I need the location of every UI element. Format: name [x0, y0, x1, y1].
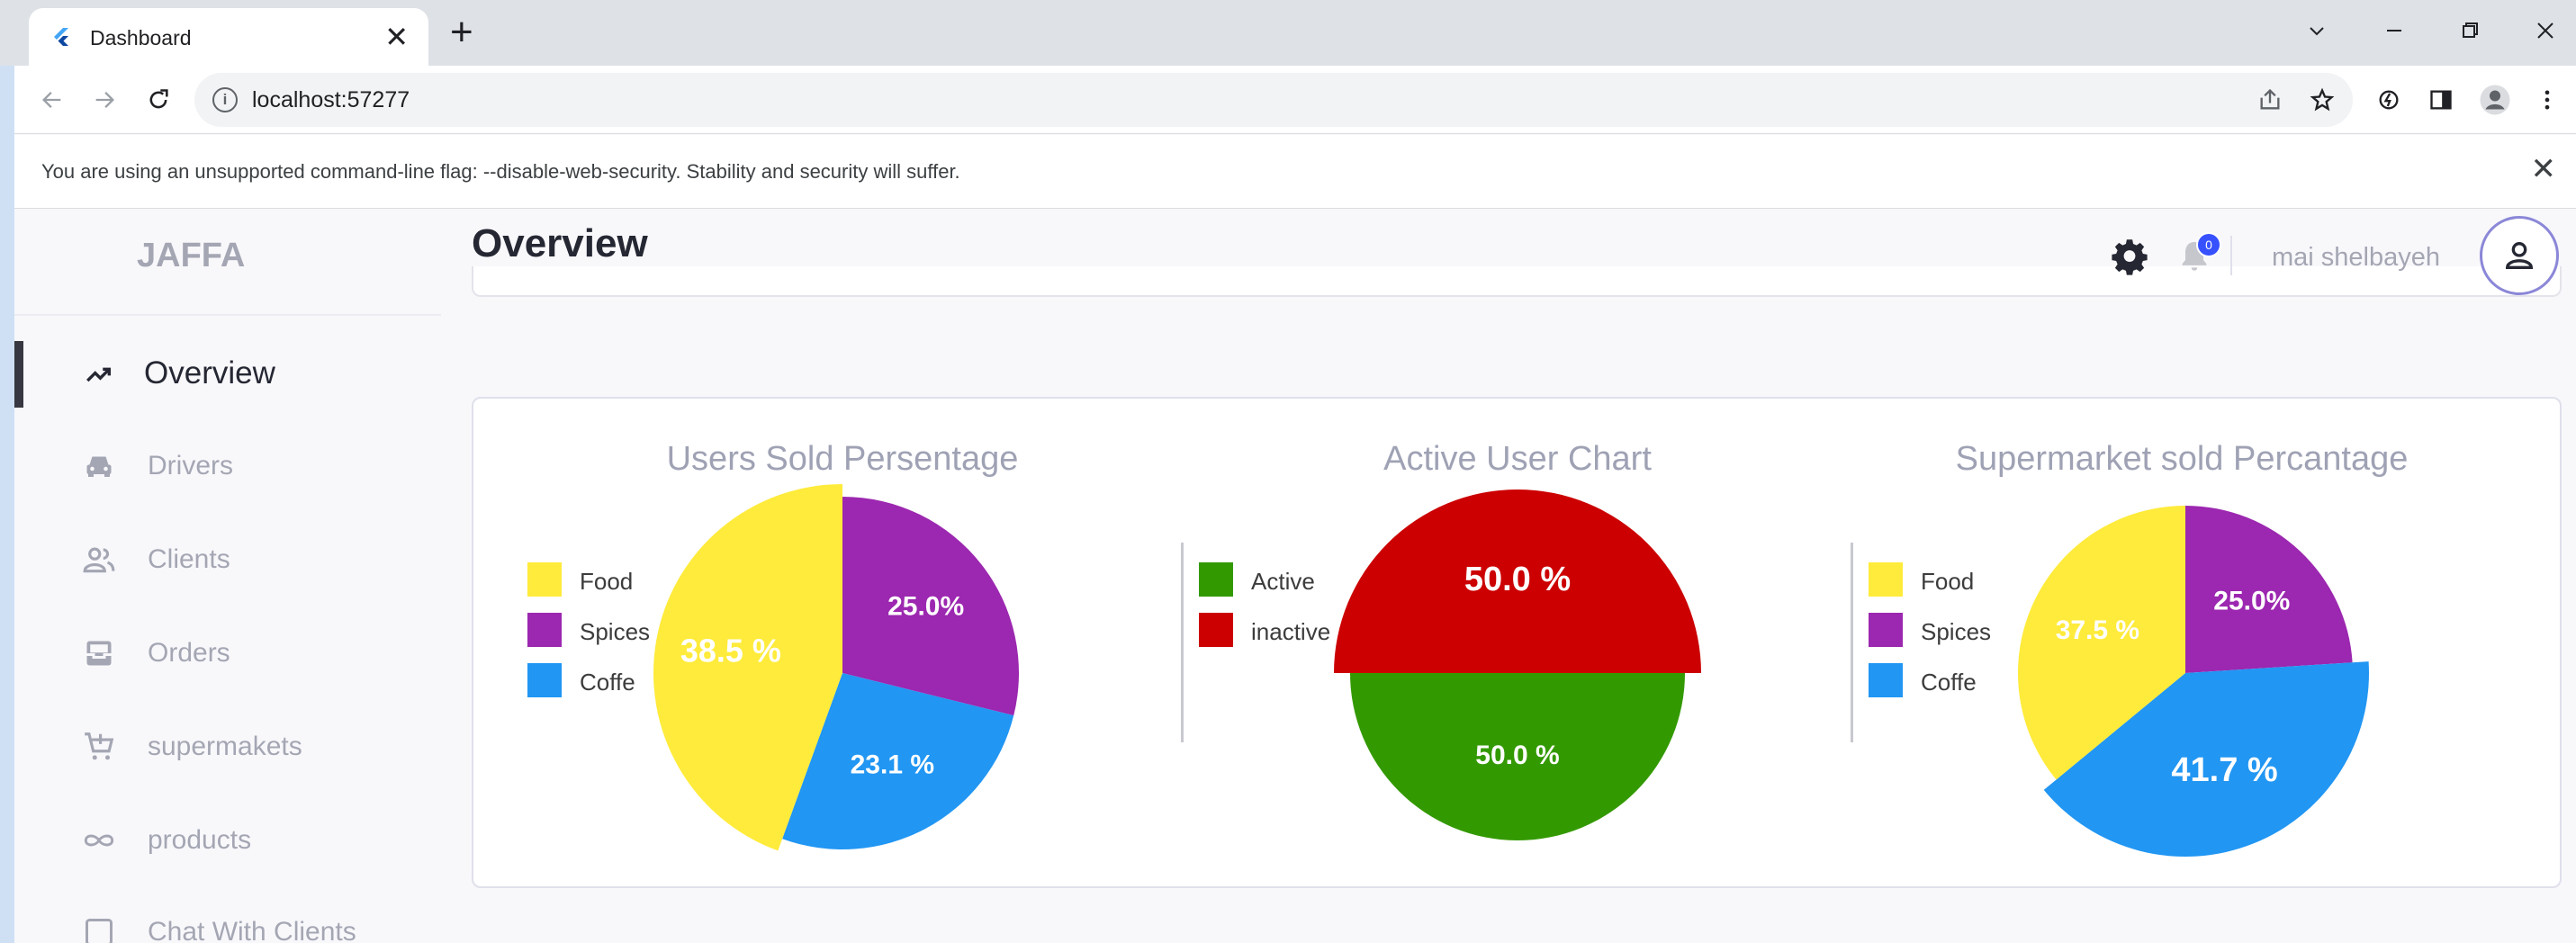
user-name[interactable]: mai shelbayeh — [2272, 243, 2440, 273]
legend-label: Coffe — [580, 669, 635, 696]
browser-tab[interactable]: Dashboard ✕ — [29, 8, 428, 66]
forward-icon[interactable] — [86, 82, 122, 118]
sidebar-item-drivers[interactable]: Drivers — [14, 433, 441, 499]
gear-icon[interactable] — [2110, 238, 2149, 277]
trending-up-icon — [81, 358, 117, 391]
back-icon[interactable] — [34, 82, 70, 118]
legend-label: Active — [1251, 568, 1315, 595]
chart-title: Supermarket sold Percantage — [1955, 440, 2409, 478]
legend-swatch — [1869, 663, 1903, 697]
restore-icon[interactable] — [2452, 13, 2488, 49]
infinity-icon — [81, 824, 117, 857]
star-icon[interactable] — [2308, 85, 2337, 114]
legend-swatch — [1869, 613, 1903, 647]
legend-label: Coffe — [1921, 669, 1977, 696]
slice-label-coffe: 23.1 % — [851, 750, 934, 780]
infobar-close-icon[interactable]: ✕ — [2531, 153, 2557, 185]
close-window-icon[interactable] — [2527, 13, 2563, 49]
legend-label: Food — [1921, 568, 1975, 595]
reload-icon[interactable] — [140, 82, 176, 118]
brand-logo: JAFFA — [137, 237, 246, 274]
legend-label: Food — [580, 568, 634, 595]
header-card — [472, 266, 2562, 297]
sidebar-item-label: Overview — [144, 355, 275, 391]
share-icon[interactable] — [2256, 85, 2284, 114]
chart-divider — [1181, 543, 1184, 742]
person-icon — [2505, 242, 2534, 269]
legend-swatch — [1869, 562, 1903, 597]
cart-icon — [81, 731, 117, 763]
url-text: localhost:57277 — [252, 87, 410, 112]
chart-title: Users Sold Persentage — [666, 440, 1019, 478]
tab-close-icon[interactable]: ✕ — [384, 21, 409, 53]
side-panel-icon[interactable] — [2423, 82, 2459, 118]
legend-swatch — [527, 663, 562, 697]
tab-title: Dashboard — [90, 26, 192, 49]
extension-icon[interactable] — [2371, 82, 2407, 118]
chart-title: Active User Chart — [1383, 440, 1652, 478]
pie-chart-users-sold: 25.0% 23.1 % 38.5 % — [653, 484, 1019, 851]
minimize-icon[interactable] — [2376, 13, 2412, 49]
chart-divider — [1851, 543, 1853, 742]
slice-label-inactive: 50.0 % — [1464, 561, 1571, 598]
sidebar-item-label: supermakets — [148, 732, 302, 761]
charts-card: Users Sold Persentage Food Spices Coffe … — [472, 397, 2562, 888]
car-icon — [81, 450, 117, 482]
profile-icon[interactable] — [2477, 82, 2513, 118]
pie-chart-active-users: 50.0 % 50.0 % — [1334, 489, 1701, 840]
site-info-icon[interactable]: i — [212, 87, 238, 112]
sidebar-item-chat-with-clients[interactable]: Chat With Clients — [14, 899, 441, 943]
users-icon — [81, 543, 117, 576]
sidebar-item-orders[interactable]: Orders — [14, 620, 441, 687]
slice-label-food: 37.5 % — [2056, 615, 2139, 645]
legend-swatch — [1199, 562, 1233, 597]
sidebar-item-overview[interactable]: Overview — [14, 341, 441, 408]
legend-swatch — [527, 562, 562, 597]
sidebar-item-label: Drivers — [148, 451, 233, 480]
sidebar-item-label: Orders — [148, 638, 230, 668]
slice-label-coffe: 41.7 % — [2171, 751, 2277, 789]
legend-swatch — [1199, 613, 1233, 647]
slice-label-active: 50.0 % — [1475, 741, 1559, 770]
sidebar-item-products[interactable]: products — [14, 807, 441, 874]
sidebar-item-label: Clients — [148, 544, 230, 574]
sidebar-item-supermakets[interactable]: supermakets — [14, 714, 441, 780]
notification-badge: 0 — [2196, 232, 2221, 257]
sidebar-item-clients[interactable]: Clients — [14, 526, 441, 593]
new-tab-button[interactable]: + — [450, 13, 473, 52]
divider — [14, 314, 441, 316]
sidebar-item-label: products — [148, 825, 252, 855]
slice-label-spices: 25.0% — [887, 591, 964, 621]
menu-icon[interactable] — [2529, 82, 2565, 118]
inbox-icon — [81, 637, 117, 669]
tab-search-icon[interactable] — [2299, 13, 2335, 49]
window-frame — [0, 66, 14, 943]
header-divider — [2230, 236, 2232, 275]
avatar[interactable] — [2480, 216, 2559, 295]
infobar-message: You are using an unsupported command-lin… — [41, 160, 960, 183]
legend-swatch — [527, 613, 562, 647]
warning-infobar: You are using an unsupported command-lin… — [14, 135, 2576, 209]
slice-label-food: 38.5 % — [680, 633, 781, 669]
square-icon — [81, 916, 117, 943]
flutter-icon — [54, 28, 68, 46]
active-indicator — [14, 341, 23, 408]
address-bar[interactable]: i localhost:57277 — [194, 73, 2353, 127]
sidebar-item-label: Chat With Clients — [148, 917, 356, 943]
page-title: Overview — [472, 221, 648, 265]
browser-titlebar: Dashboard ✕ + — [0, 0, 2576, 66]
pie-chart-supermarket-sold: 25.0% 41.7 % 37.5 % — [2018, 506, 2369, 857]
slice-label-spices: 25.0% — [2213, 586, 2290, 615]
browser-toolbar: i localhost:57277 — [0, 66, 2576, 134]
sidebar: JAFFA Overview Drivers Clients Orders su… — [14, 210, 441, 943]
